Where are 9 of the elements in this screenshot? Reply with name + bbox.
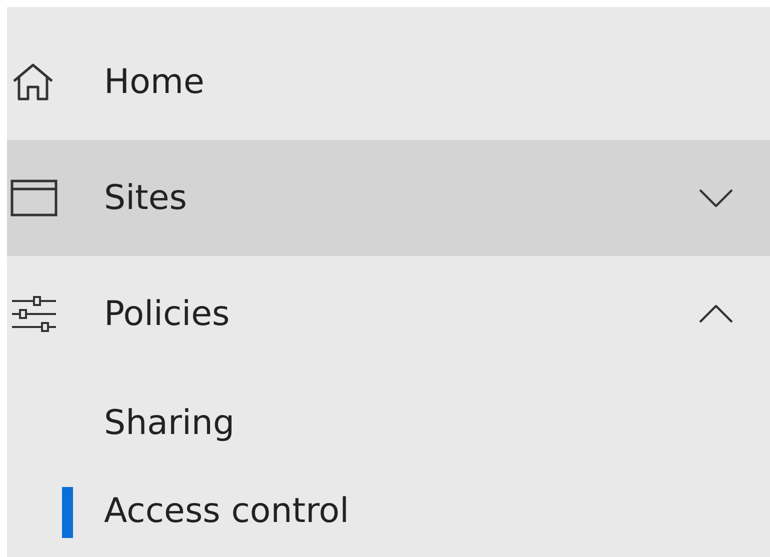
nav-item[interactable]: Sites	[7, 140, 770, 256]
nav-item[interactable]: Home	[7, 24, 770, 140]
nav-subitem[interactable]: Access control	[7, 467, 770, 555]
sliders-icon	[10, 294, 58, 334]
nav-item[interactable]: Policies	[7, 256, 770, 372]
chevron-up-icon[interactable]	[699, 305, 733, 323]
nav-subitem[interactable]: Sharing	[7, 379, 770, 467]
chevron-down-icon[interactable]	[699, 189, 733, 207]
window-icon	[10, 178, 58, 218]
